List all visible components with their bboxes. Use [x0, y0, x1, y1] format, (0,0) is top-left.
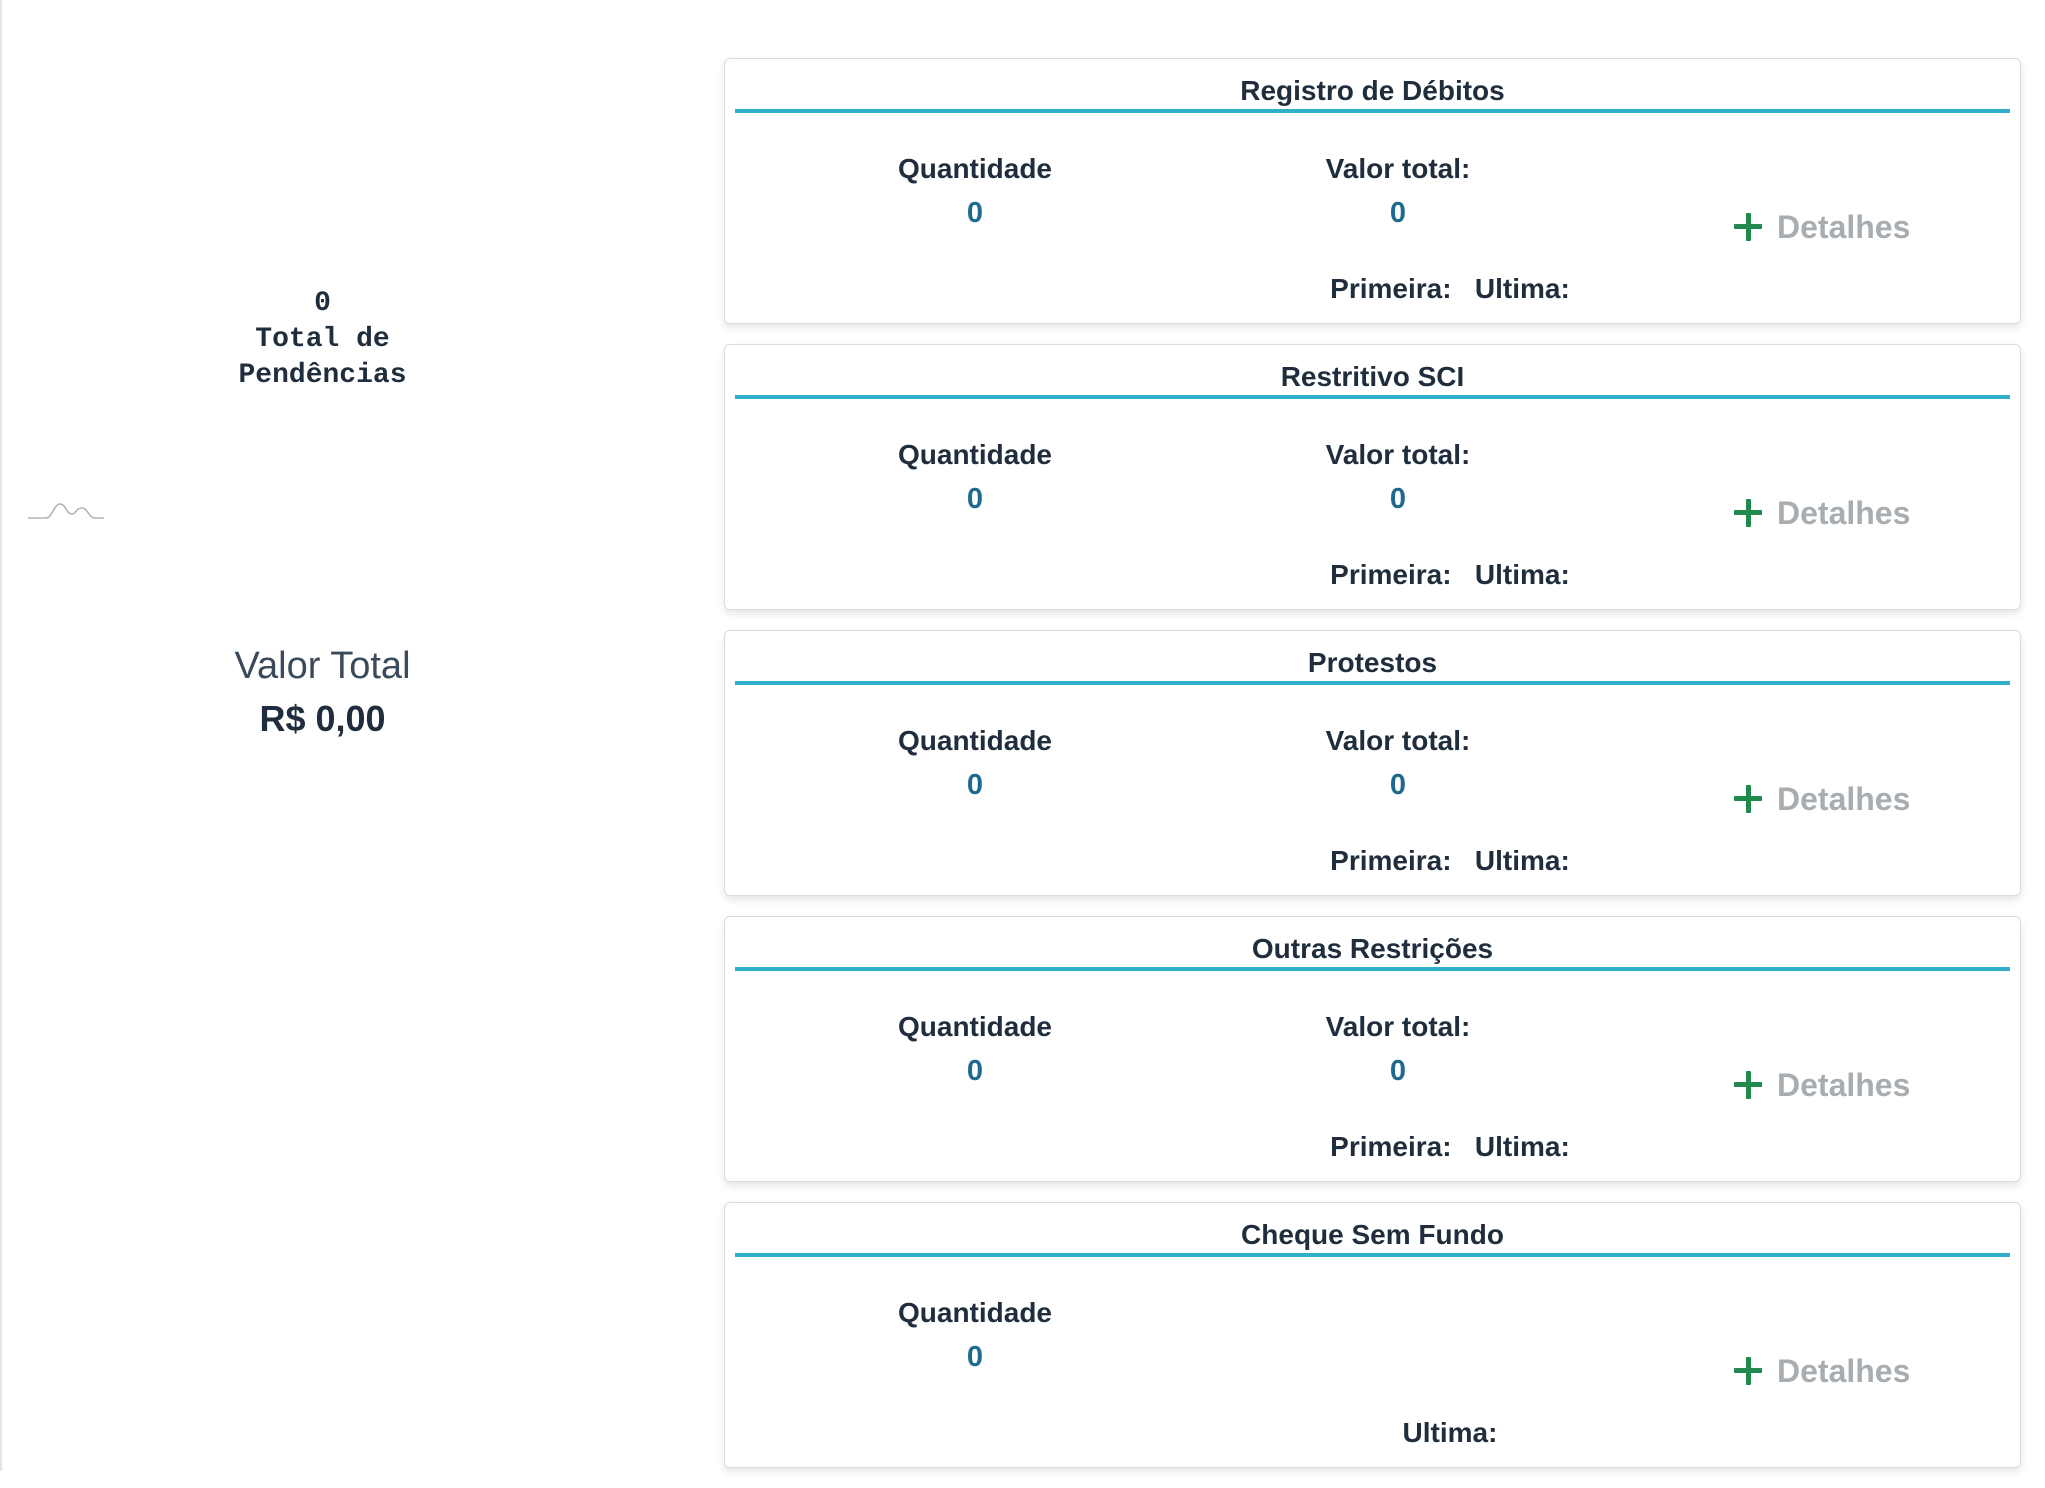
quantidade-value: 0	[966, 197, 984, 229]
valor-total-group: Valor total: 0	[1248, 723, 1548, 803]
details-label: Detalhes	[1777, 494, 1911, 531]
valor-total-label: Valor total:	[1325, 153, 1471, 184]
details-label: Detalhes	[1777, 208, 1911, 245]
valor-total-summary: Valor Total R$ 0,00	[0, 640, 645, 744]
card-title: Restritivo SCI	[735, 359, 2010, 399]
quantidade-label: Quantidade	[897, 1297, 1052, 1328]
valor-total-group: Valor total: 0	[1248, 1009, 1548, 1089]
quantidade-label: Quantidade	[897, 439, 1052, 470]
card-title: Cheque Sem Fundo	[735, 1217, 2010, 1257]
card-cheque-sem-fundo: Cheque Sem Fundo Quantidade 0 Ultima: De…	[724, 1202, 2021, 1468]
card-registro-debitos: Registro de Débitos Quantidade 0 Valor t…	[724, 58, 2021, 324]
quantidade-value: 0	[966, 1055, 984, 1087]
details-label: Detalhes	[1777, 1066, 1911, 1103]
card-outras-restricoes: Outras Restrições Quantidade 0 Valor tot…	[724, 916, 2021, 1182]
details-button[interactable]: Detalhes	[1733, 1351, 1910, 1391]
card-title: Registro de Débitos	[735, 73, 2010, 113]
quantidade-value: 0	[966, 1341, 984, 1373]
valor-total-label: Valor Total	[234, 645, 411, 687]
quantidade-group: Quantidade 0	[825, 1295, 1125, 1375]
dates-row: Primeira: Ultima:	[1330, 273, 1570, 304]
quantidade-group: Quantidade 0	[825, 1009, 1125, 1089]
valor-total-value: R$ 0,00	[259, 698, 386, 739]
valor-total-value: 0	[1389, 483, 1407, 515]
quantidade-group: Quantidade 0	[825, 151, 1125, 231]
quantidade-group: Quantidade 0	[825, 723, 1125, 803]
dates-row: Primeira: Ultima:	[1330, 845, 1570, 876]
pendencias-summary: 0 Total de Pendências	[0, 286, 645, 394]
quantidade-group: Quantidade 0	[825, 437, 1125, 517]
quantidade-value: 0	[966, 483, 984, 515]
card-restritivo-sci: Restritivo SCI Quantidade 0 Valor total:…	[724, 344, 2021, 610]
valor-total-value: 0	[1389, 1055, 1407, 1087]
plus-icon	[1733, 784, 1763, 814]
dates-row: Ultima:	[1402, 1417, 1498, 1448]
quantidade-label: Quantidade	[897, 153, 1052, 184]
summary-panel: 0 Total de Pendências Valor Total R$ 0,0…	[0, 0, 645, 1471]
quantidade-label: Quantidade	[897, 725, 1052, 756]
details-label: Detalhes	[1777, 780, 1911, 817]
sparkline-icon	[28, 503, 104, 519]
dates-row: Primeira: Ultima:	[1330, 559, 1570, 590]
valor-total-label: Valor total:	[1325, 439, 1471, 470]
details-button[interactable]: Detalhes	[1733, 779, 1910, 819]
pendencias-label-line1: Total de	[255, 324, 390, 355]
pendencias-label-line2: Pendências	[238, 360, 407, 391]
details-button[interactable]: Detalhes	[1733, 207, 1910, 247]
details-button[interactable]: Detalhes	[1733, 493, 1910, 533]
plus-icon	[1733, 1356, 1763, 1386]
dates-row: Primeira: Ultima:	[1330, 1131, 1570, 1162]
plus-icon	[1733, 498, 1763, 528]
card-title: Outras Restrições	[735, 931, 2010, 971]
quantidade-label: Quantidade	[897, 1011, 1052, 1042]
valor-total-value: 0	[1389, 769, 1407, 801]
valor-total-label: Valor total:	[1325, 1011, 1471, 1042]
valor-total-group: Valor total: 0	[1248, 151, 1548, 231]
card-title: Protestos	[735, 645, 2010, 685]
valor-total-group: Valor total: 0	[1248, 437, 1548, 517]
valor-total-value: 0	[1389, 197, 1407, 229]
pendencias-count: 0	[314, 288, 331, 319]
plus-icon	[1733, 212, 1763, 242]
restriction-cards: Registro de Débitos Quantidade 0 Valor t…	[724, 58, 2023, 1488]
quantidade-value: 0	[966, 769, 984, 801]
details-label: Detalhes	[1777, 1352, 1911, 1389]
valor-total-label: Valor total:	[1325, 725, 1471, 756]
plus-icon	[1733, 1070, 1763, 1100]
card-protestos: Protestos Quantidade 0 Valor total: 0 Pr…	[724, 630, 2021, 896]
details-button[interactable]: Detalhes	[1733, 1065, 1910, 1105]
